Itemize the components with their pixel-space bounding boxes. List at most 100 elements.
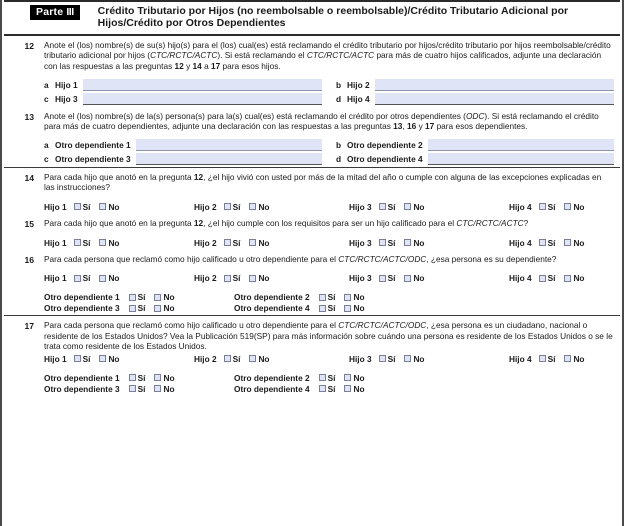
checkbox-icon[interactable] bbox=[564, 239, 572, 247]
q12-input-hijo-1[interactable] bbox=[82, 78, 322, 91]
q17-dep-1-no[interactable]: No bbox=[154, 373, 175, 383]
q17-dep-3-no[interactable]: No bbox=[154, 384, 175, 394]
checkbox-icon[interactable] bbox=[154, 374, 162, 382]
q16-dep-1-no[interactable]: No bbox=[154, 292, 175, 302]
checkbox-icon[interactable] bbox=[223, 274, 231, 282]
q17-child-1-yes[interactable]: Sí bbox=[73, 354, 90, 364]
checkbox-icon[interactable] bbox=[538, 274, 546, 282]
checkbox-icon[interactable] bbox=[344, 304, 352, 312]
checkbox-icon[interactable] bbox=[378, 239, 386, 247]
checkbox-icon[interactable] bbox=[404, 203, 412, 211]
q16-child-2-no[interactable]: No bbox=[249, 273, 270, 283]
checkbox-icon[interactable] bbox=[73, 203, 81, 211]
checkbox-icon[interactable] bbox=[223, 355, 231, 363]
q16-dep-3-yes[interactable]: Sí bbox=[128, 303, 145, 313]
checkbox-icon[interactable] bbox=[223, 239, 231, 247]
q17-dep-2-no[interactable]: No bbox=[344, 373, 365, 383]
q17-dep-2-yes[interactable]: Sí bbox=[318, 373, 335, 383]
checkbox-icon[interactable] bbox=[154, 304, 162, 312]
checkbox-icon[interactable] bbox=[404, 274, 412, 282]
checkbox-icon[interactable] bbox=[73, 355, 81, 363]
checkbox-icon[interactable] bbox=[344, 374, 352, 382]
q17-child-3-yes[interactable]: Sí bbox=[378, 354, 395, 364]
q17-child-4-yes[interactable]: Sí bbox=[538, 354, 555, 364]
q16-child-1-yes[interactable]: Sí bbox=[73, 273, 90, 283]
q17-dep-4-no[interactable]: No bbox=[344, 384, 365, 394]
q16-dep-3-no[interactable]: No bbox=[154, 303, 175, 313]
q14-child-1-no[interactable]: No bbox=[99, 202, 120, 212]
checkbox-icon[interactable] bbox=[249, 355, 257, 363]
q13-input-dep-3[interactable] bbox=[135, 152, 322, 165]
q17-child-3-no[interactable]: No bbox=[404, 354, 425, 364]
checkbox-icon[interactable] bbox=[99, 239, 107, 247]
q15-child-3-yes[interactable]: Sí bbox=[378, 238, 395, 248]
q15-child-4-no[interactable]: No bbox=[564, 238, 585, 248]
checkbox-icon[interactable] bbox=[318, 304, 326, 312]
checkbox-icon[interactable] bbox=[378, 274, 386, 282]
checkbox-icon[interactable] bbox=[404, 239, 412, 247]
q17-child-1-no[interactable]: No bbox=[99, 354, 120, 364]
q16-dep-4-no[interactable]: No bbox=[344, 303, 365, 313]
checkbox-icon[interactable] bbox=[154, 385, 162, 393]
q15-child-1-no[interactable]: No bbox=[99, 238, 120, 248]
q14-child-2-no[interactable]: No bbox=[249, 202, 270, 212]
checkbox-icon[interactable] bbox=[128, 374, 136, 382]
q13-input-dep-2[interactable] bbox=[427, 138, 614, 151]
q15-child-2-yes[interactable]: Sí bbox=[223, 238, 240, 248]
checkbox-icon[interactable] bbox=[99, 274, 107, 282]
q12-input-hijo-4[interactable] bbox=[374, 92, 614, 105]
q13-input-dep-4[interactable] bbox=[427, 152, 614, 165]
checkbox-icon[interactable] bbox=[223, 203, 231, 211]
checkbox-icon[interactable] bbox=[564, 355, 572, 363]
checkbox-icon[interactable] bbox=[73, 239, 81, 247]
q12-input-hijo-2[interactable] bbox=[374, 78, 614, 91]
checkbox-icon[interactable] bbox=[99, 203, 107, 211]
q17-dep-4-yes[interactable]: Sí bbox=[318, 384, 335, 394]
checkbox-icon[interactable] bbox=[538, 355, 546, 363]
checkbox-icon[interactable] bbox=[564, 274, 572, 282]
checkbox-icon[interactable] bbox=[318, 385, 326, 393]
q14-child-2-yes[interactable]: Sí bbox=[223, 202, 240, 212]
checkbox-icon[interactable] bbox=[128, 293, 136, 301]
checkbox-icon[interactable] bbox=[404, 355, 412, 363]
q14-child-1-yes[interactable]: Sí bbox=[73, 202, 90, 212]
q16-dep-2-no[interactable]: No bbox=[344, 292, 365, 302]
checkbox-icon[interactable] bbox=[128, 304, 136, 312]
checkbox-icon[interactable] bbox=[99, 355, 107, 363]
checkbox-icon[interactable] bbox=[154, 293, 162, 301]
q17-dep-3-yes[interactable]: Sí bbox=[128, 384, 145, 394]
checkbox-icon[interactable] bbox=[73, 274, 81, 282]
q16-child-4-no[interactable]: No bbox=[564, 273, 585, 283]
checkbox-icon[interactable] bbox=[538, 203, 546, 211]
q12-input-hijo-3[interactable] bbox=[82, 92, 322, 105]
checkbox-icon[interactable] bbox=[344, 385, 352, 393]
checkbox-icon[interactable] bbox=[318, 374, 326, 382]
q16-child-3-yes[interactable]: Sí bbox=[378, 273, 395, 283]
q16-child-2-yes[interactable]: Sí bbox=[223, 273, 240, 283]
q15-child-4-yes[interactable]: Sí bbox=[538, 238, 555, 248]
q13-input-dep-1[interactable] bbox=[135, 138, 322, 151]
q16-dep-1-yes[interactable]: Sí bbox=[128, 292, 145, 302]
q17-child-4-no[interactable]: No bbox=[564, 354, 585, 364]
checkbox-icon[interactable] bbox=[378, 203, 386, 211]
q14-child-3-yes[interactable]: Sí bbox=[378, 202, 395, 212]
q16-child-4-yes[interactable]: Sí bbox=[538, 273, 555, 283]
q17-dep-1-yes[interactable]: Sí bbox=[128, 373, 145, 383]
checkbox-icon[interactable] bbox=[538, 239, 546, 247]
q15-child-2-no[interactable]: No bbox=[249, 238, 270, 248]
q14-child-4-yes[interactable]: Sí bbox=[538, 202, 555, 212]
q16-dep-2-yes[interactable]: Sí bbox=[318, 292, 335, 302]
q14-child-3-no[interactable]: No bbox=[404, 202, 425, 212]
checkbox-icon[interactable] bbox=[378, 355, 386, 363]
checkbox-icon[interactable] bbox=[249, 274, 257, 282]
q16-child-3-no[interactable]: No bbox=[404, 273, 425, 283]
checkbox-icon[interactable] bbox=[249, 239, 257, 247]
q17-child-2-no[interactable]: No bbox=[249, 354, 270, 364]
checkbox-icon[interactable] bbox=[128, 385, 136, 393]
q15-child-1-yes[interactable]: Sí bbox=[73, 238, 90, 248]
q17-child-2-yes[interactable]: Sí bbox=[223, 354, 240, 364]
checkbox-icon[interactable] bbox=[249, 203, 257, 211]
q16-child-1-no[interactable]: No bbox=[99, 273, 120, 283]
checkbox-icon[interactable] bbox=[564, 203, 572, 211]
checkbox-icon[interactable] bbox=[344, 293, 352, 301]
